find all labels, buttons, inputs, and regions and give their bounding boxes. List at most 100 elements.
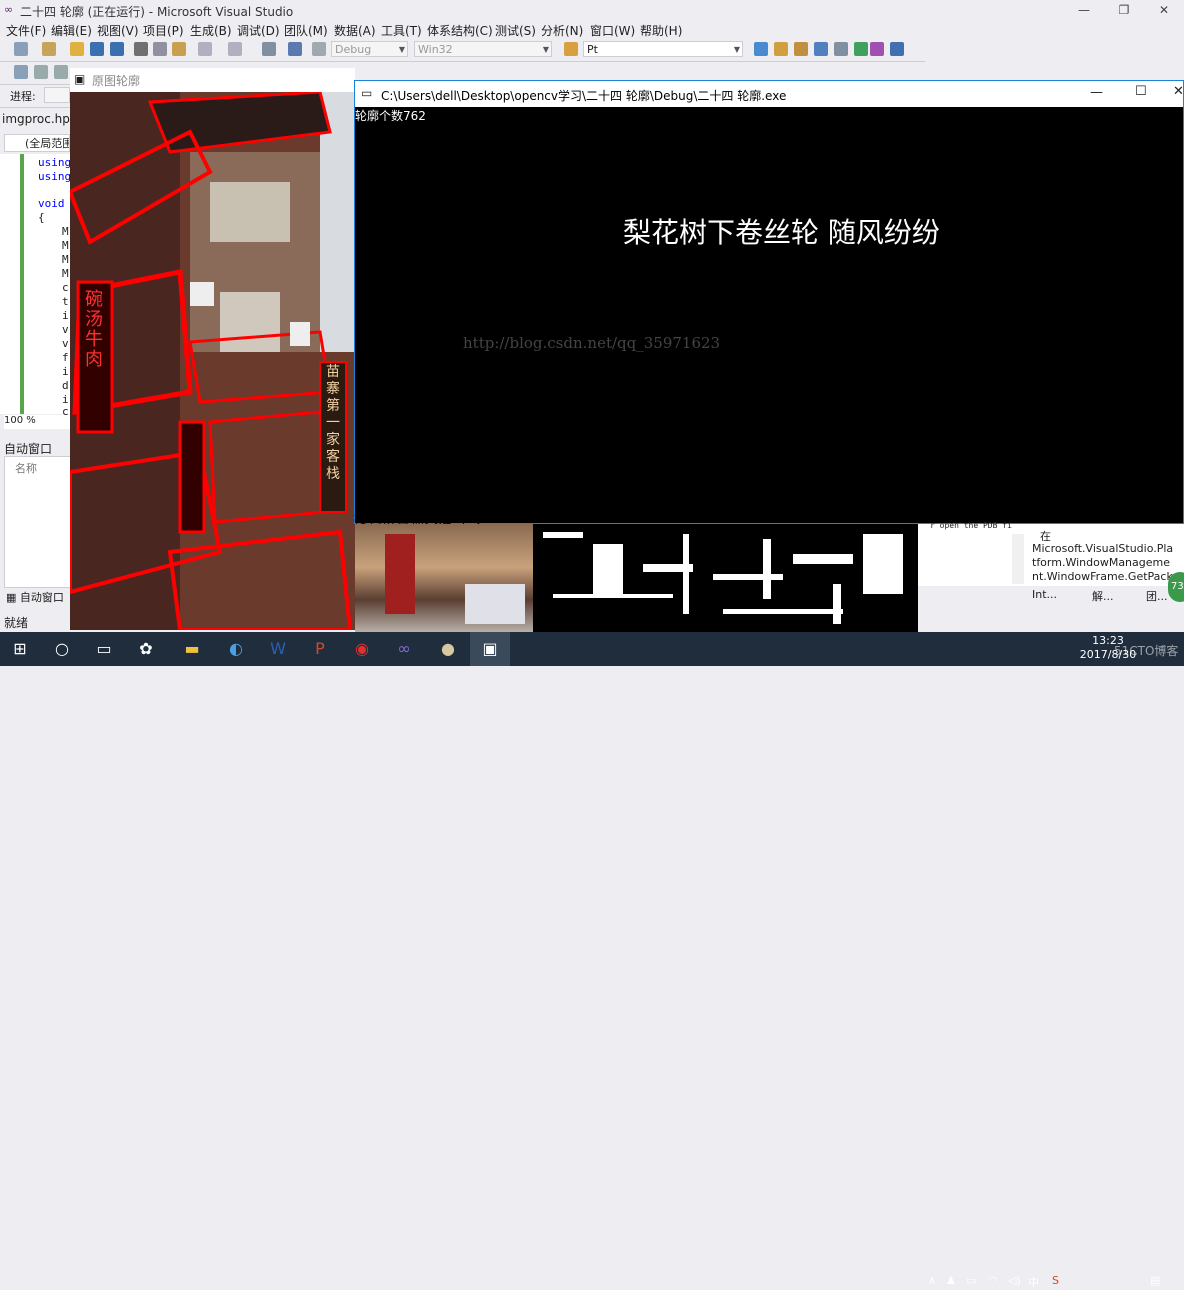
- navigate-forward-icon[interactable]: [288, 42, 302, 56]
- avatar-app-icon[interactable]: ●: [428, 632, 468, 666]
- binary-image-window[interactable]: [533, 524, 918, 632]
- scope-combo[interactable]: (全局范围): [4, 134, 70, 152]
- solution-platform-combo[interactable]: Win32 ▼: [414, 41, 552, 57]
- save-icon[interactable]: [90, 42, 104, 56]
- console-maximize-button[interactable]: ☐: [1135, 84, 1147, 99]
- output-text: r open the PDB fi: [930, 521, 1012, 530]
- object-browser-icon[interactable]: [794, 42, 808, 56]
- menu-file[interactable]: 文件(F): [6, 22, 46, 39]
- add-item-icon[interactable]: [42, 42, 56, 56]
- new-project-icon[interactable]: [14, 42, 28, 56]
- navigate-backward-icon[interactable]: [262, 42, 276, 56]
- breakpoint-icon[interactable]: [14, 65, 28, 79]
- output-scrollbar[interactable]: [1012, 534, 1024, 584]
- qq-icon[interactable]: ♟: [946, 1274, 956, 1287]
- toolbox-icon[interactable]: [814, 42, 828, 56]
- undo-icon[interactable]: [198, 42, 212, 56]
- start-debugging-icon[interactable]: [312, 42, 326, 56]
- menu-test[interactable]: 测试(S): [495, 22, 536, 39]
- editor-tab-imgproc[interactable]: imgproc.hpp: [2, 112, 78, 130]
- sogou-ime-icon[interactable]: S: [1052, 1274, 1059, 1287]
- menu-data[interactable]: 数据(A): [334, 22, 376, 39]
- callstack-line: nt.WindowFrame.GetPack: [1032, 570, 1173, 583]
- menu-edit[interactable]: 编辑(E): [51, 22, 92, 39]
- browser-icon[interactable]: ◐: [216, 632, 256, 666]
- code-line: i: [62, 309, 69, 322]
- menu-view[interactable]: 视图(V): [97, 22, 139, 39]
- start-page-icon[interactable]: [854, 42, 868, 56]
- menu-help[interactable]: 帮助(H): [640, 22, 682, 39]
- find-combo[interactable]: Pt ▼: [583, 41, 743, 57]
- autos-tab-icon: ▦: [6, 591, 20, 604]
- restore-button[interactable]: ❐: [1104, 0, 1144, 20]
- process-combo[interactable]: [44, 87, 70, 103]
- netease-music-icon[interactable]: ◉: [342, 632, 382, 666]
- autos-window: 名称: [4, 456, 72, 588]
- call-stack-window[interactable]: 在 Microsoft.VisualStudio.Pla tform.Windo…: [1026, 524, 1184, 586]
- show-hidden-icons-icon[interactable]: ∧: [928, 1274, 936, 1287]
- console-task-icon[interactable]: ▣: [470, 632, 510, 666]
- menu-window[interactable]: 窗口(W): [590, 22, 635, 39]
- autos-name-column[interactable]: 名称: [15, 460, 37, 476]
- open-file-icon[interactable]: [70, 42, 84, 56]
- copy-icon[interactable]: [153, 42, 167, 56]
- console-window[interactable]: ▭ C:\Users\dell\Desktop\opencv学习\二十四 轮廓\…: [354, 80, 1184, 524]
- battery-icon[interactable]: ▭: [966, 1274, 976, 1287]
- visual-studio-icon[interactable]: ∞: [384, 632, 424, 666]
- menu-build[interactable]: 生成(B): [190, 22, 232, 39]
- volume-icon[interactable]: ◁): [1008, 1274, 1021, 1287]
- config-value: Debug: [335, 43, 372, 56]
- task-view-icon[interactable]: ▭: [84, 632, 124, 666]
- redo-icon[interactable]: [228, 42, 242, 56]
- action-center-icon[interactable]: ▤: [1150, 1274, 1160, 1287]
- contour-image-window[interactable]: ▣ 原图轮廓 碗汤牛肉 苗寨第一家客栈: [70, 68, 355, 630]
- visual-studio-logo-icon: ∞: [4, 3, 14, 16]
- contour-count-text: 轮廓个数762: [355, 109, 426, 123]
- tools-icon[interactable]: [834, 42, 848, 56]
- command-window-icon[interactable]: [890, 42, 904, 56]
- menu-debug[interactable]: 调试(D): [237, 22, 280, 39]
- save-all-icon[interactable]: [110, 42, 124, 56]
- code-editor[interactable]: using using void { M M M M c t i v v f i…: [0, 154, 72, 418]
- zoom-combo[interactable]: 100 %: [4, 415, 70, 429]
- word-icon[interactable]: W: [258, 632, 298, 666]
- tab-intellitrace[interactable]: Int...: [1032, 588, 1057, 601]
- tab-solution[interactable]: 解...: [1092, 588, 1114, 604]
- code-line: M: [62, 253, 69, 266]
- minimize-button[interactable]: —: [1064, 0, 1104, 20]
- console-quote-text: 梨花树下卷丝轮 随风纷纷: [623, 216, 940, 249]
- properties-icon[interactable]: [774, 42, 788, 56]
- source-image-window[interactable]: [355, 524, 533, 632]
- step-over-icon[interactable]: [54, 65, 68, 79]
- find-in-files-icon[interactable]: [564, 42, 578, 56]
- powerpoint-icon[interactable]: P: [300, 632, 340, 666]
- paste-icon[interactable]: [172, 42, 186, 56]
- extension-manager-icon[interactable]: [870, 42, 884, 56]
- wifi-icon[interactable]: ◠: [988, 1274, 998, 1287]
- cortana-search-icon[interactable]: ○: [42, 632, 82, 666]
- cut-icon[interactable]: [134, 42, 148, 56]
- close-button[interactable]: ✕: [1144, 0, 1184, 20]
- file-explorer-icon[interactable]: ▬: [172, 632, 212, 666]
- console-title-bar: ▭ C:\Users\dell\Desktop\opencv学习\二十四 轮廓\…: [355, 81, 1184, 107]
- menu-architecture[interactable]: 体系结构(C): [427, 22, 493, 39]
- menu-analyze[interactable]: 分析(N): [541, 22, 583, 39]
- console-icon: ▭: [361, 86, 373, 100]
- ime-language[interactable]: 中: [1028, 1274, 1039, 1290]
- solution-configuration-combo[interactable]: Debug ▼: [331, 41, 408, 57]
- solution-explorer-icon[interactable]: [754, 42, 768, 56]
- step-into-icon[interactable]: [34, 65, 48, 79]
- menu-team[interactable]: 团队(M): [284, 22, 328, 39]
- tab-team[interactable]: 团...: [1146, 588, 1168, 604]
- app-pinwheel-icon[interactable]: ✿: [126, 632, 166, 666]
- bottom-panel-tabs: Int... 解... 团...: [1026, 586, 1184, 606]
- menu-project[interactable]: 项目(P): [143, 22, 184, 39]
- autos-tab[interactable]: ▦ 自动窗口: [6, 589, 64, 605]
- output-window[interactable]: r open the PDB fi: [918, 521, 1026, 586]
- menu-tools[interactable]: 工具(T): [381, 22, 422, 39]
- console-minimize-button[interactable]: —: [1090, 85, 1103, 100]
- windows-start-icon[interactable]: ⊞: [0, 632, 40, 666]
- window-icon: ▣: [74, 72, 86, 86]
- console-close-button[interactable]: ✕: [1173, 84, 1184, 99]
- badge[interactable]: 73: [1168, 572, 1184, 602]
